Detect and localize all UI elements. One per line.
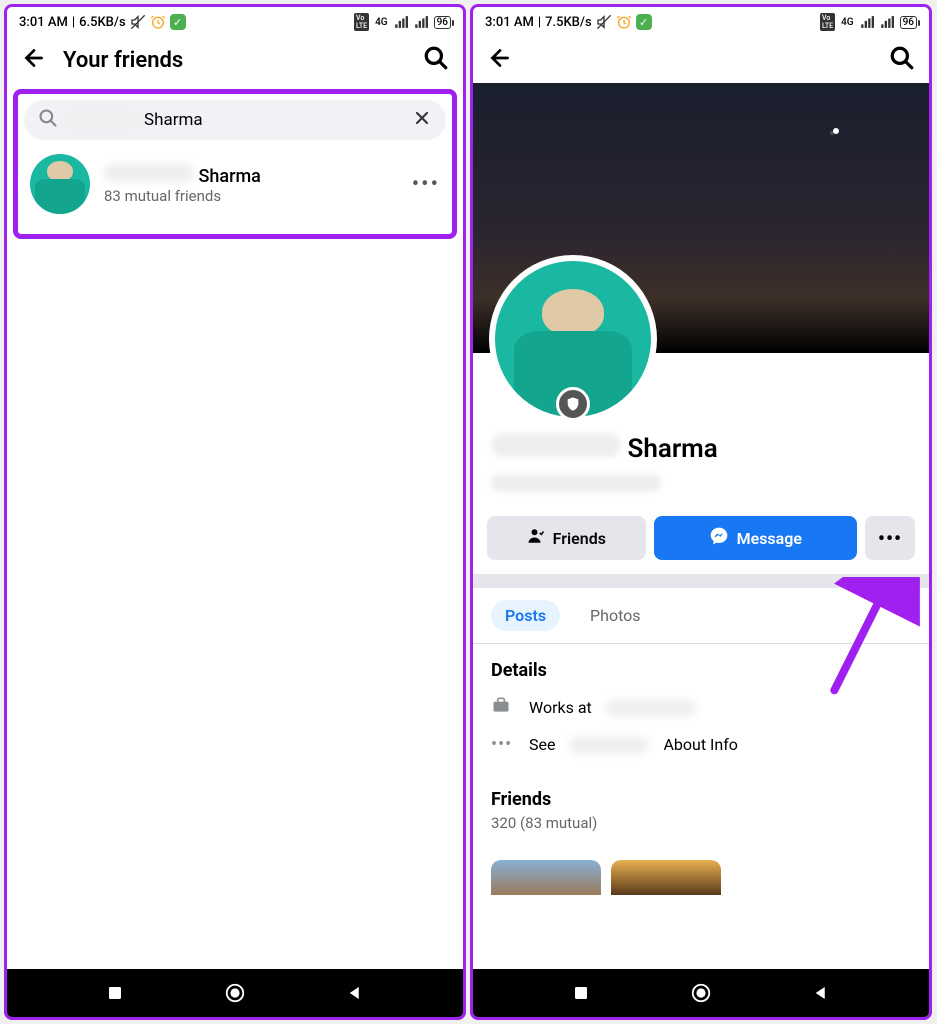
battery-icon: 96 — [900, 16, 917, 29]
clear-icon[interactable] — [412, 108, 432, 132]
status-data-rate: 6.5KB/s — [79, 15, 126, 30]
app-badge-icon: ✓ — [636, 14, 652, 30]
app-header: Your friends — [7, 37, 463, 83]
friends-section: Friends 320 (83 mutual) — [473, 785, 929, 848]
recent-apps-icon[interactable] — [103, 981, 127, 1005]
status-bar: 3:01 AM | 6.5KB/s ✓ VoLTE 4G 96 — [7, 7, 463, 37]
works-at-row[interactable]: Works at — [491, 695, 911, 720]
status-time: 3:01 AM — [485, 15, 534, 30]
home-icon[interactable] — [689, 981, 713, 1005]
network-label: 4G — [375, 17, 388, 28]
friend-result-row[interactable]: Sharma 83 mutual friends ••• — [24, 140, 446, 228]
avatar — [30, 154, 90, 214]
friends-button[interactable]: Friends — [487, 516, 646, 560]
home-icon[interactable] — [223, 981, 247, 1005]
signal-icon-2 — [880, 15, 894, 29]
mutual-friends-label: 83 mutual friends — [104, 187, 398, 205]
alarm-icon — [616, 14, 632, 30]
messenger-icon — [709, 526, 729, 550]
redacted-subtitle — [491, 474, 661, 492]
profile-action-row: Friends Message ••• — [473, 506, 929, 574]
friend-thumb[interactable] — [491, 860, 601, 895]
android-nav-bar — [473, 969, 929, 1017]
alarm-icon — [150, 14, 166, 30]
app-header — [473, 37, 929, 83]
back-nav-icon[interactable] — [343, 981, 367, 1005]
signal-icon-2 — [414, 15, 428, 29]
profile-picture[interactable] — [489, 255, 657, 423]
details-section: Details Works at ••• See About Info — [473, 644, 929, 785]
app-badge-icon: ✓ — [170, 14, 186, 30]
tab-photos[interactable]: Photos — [576, 600, 655, 631]
friends-heading: Friends — [491, 789, 911, 810]
search-icon — [38, 108, 58, 132]
android-nav-bar — [7, 969, 463, 1017]
briefcase-icon — [491, 695, 515, 720]
friend-thumbnails — [473, 848, 929, 895]
person-icon — [527, 527, 545, 549]
redacted-text — [569, 737, 649, 753]
recent-apps-icon[interactable] — [569, 981, 593, 1005]
message-button[interactable]: Message — [654, 516, 857, 560]
signal-icon — [860, 15, 874, 29]
friend-name: Sharma — [104, 164, 398, 187]
search-icon[interactable] — [423, 45, 449, 75]
volte-icon: VoLTE — [354, 13, 369, 31]
mute-icon — [596, 14, 612, 30]
profile-tabs: Posts Photos — [473, 588, 929, 644]
status-data-rate: 7.5KB/s — [545, 15, 592, 30]
search-icon[interactable] — [889, 45, 915, 75]
network-label: 4G — [841, 17, 854, 28]
right-phone: 3:01 AM | 7.5KB/s ✓ VoLTE 4G 96 — [470, 4, 932, 1020]
volte-icon: VoLTE — [820, 13, 835, 31]
profile-name: Sharma — [491, 433, 911, 464]
search-input[interactable] — [144, 110, 402, 130]
page-title: Your friends — [63, 48, 407, 73]
redacted-text — [68, 112, 138, 128]
back-icon[interactable] — [21, 45, 47, 75]
status-time: 3:01 AM — [19, 15, 68, 30]
mute-icon — [130, 14, 146, 30]
highlight-annotation: Sharma 83 mutual friends ••• — [13, 89, 457, 239]
tab-posts[interactable]: Posts — [491, 600, 560, 631]
back-icon[interactable] — [487, 45, 513, 75]
signal-icon — [394, 15, 408, 29]
back-nav-icon[interactable] — [809, 981, 833, 1005]
friends-count: 320 (83 mutual) — [491, 814, 911, 832]
friend-search-bar[interactable] — [24, 100, 446, 140]
status-bar: 3:01 AM | 7.5KB/s ✓ VoLTE 4G 96 — [473, 7, 929, 37]
more-options-button[interactable]: ••• — [865, 516, 915, 560]
see-about-row[interactable]: ••• See About Info — [491, 734, 911, 755]
friend-thumb[interactable] — [611, 860, 721, 895]
left-phone: 3:01 AM | 6.5KB/s ✓ VoLTE 4G 96 — [4, 4, 466, 1020]
redacted-text — [606, 700, 696, 716]
details-heading: Details — [491, 660, 911, 681]
ellipsis-icon: ••• — [491, 734, 515, 755]
battery-icon: 96 — [434, 16, 451, 29]
shield-icon — [556, 387, 590, 421]
cover-photo[interactable] — [473, 83, 929, 353]
section-divider — [473, 574, 929, 588]
more-icon[interactable]: ••• — [412, 172, 440, 197]
